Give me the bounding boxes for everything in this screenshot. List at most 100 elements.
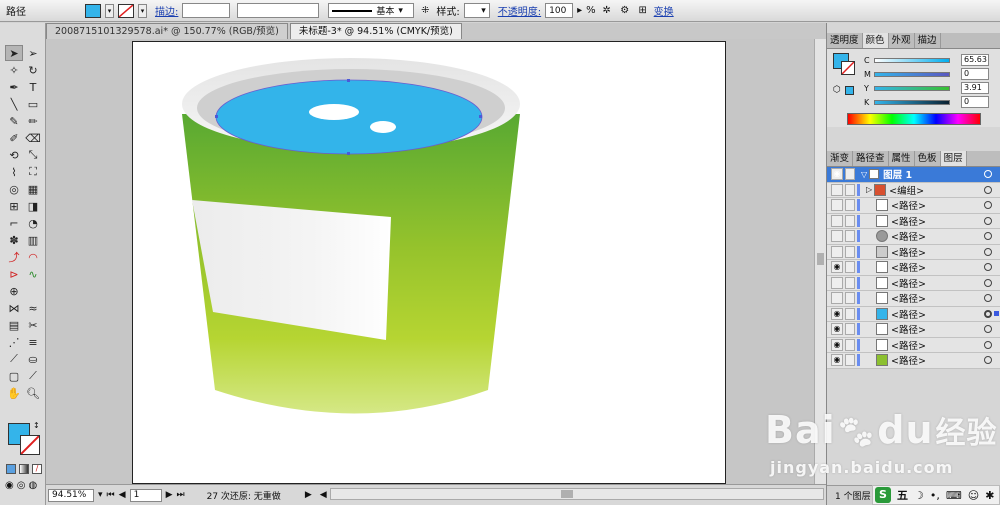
item-name[interactable]: <路径> bbox=[891, 291, 926, 305]
paintbrush-tool-icon[interactable]: ✎ bbox=[5, 113, 23, 129]
item-name[interactable]: <路径> bbox=[891, 214, 926, 228]
recolor-icon[interactable]: ✲ bbox=[600, 4, 614, 18]
ime-keyboard-icon[interactable]: ⌨ bbox=[946, 489, 962, 502]
scissors-tool-icon[interactable]: ✂ bbox=[24, 317, 42, 333]
zoom-dropdown[interactable]: ▾ bbox=[98, 490, 103, 500]
variable-width-field[interactable] bbox=[237, 3, 320, 18]
arrange-icon[interactable]: ⁜ bbox=[418, 4, 432, 18]
eraser-tool-icon[interactable]: ⌫ bbox=[24, 130, 42, 146]
paint-bucket-tool-icon[interactable]: ⛀ bbox=[24, 351, 42, 367]
ime-logo-icon[interactable]: S bbox=[875, 487, 891, 503]
tab-color[interactable]: 颜色 bbox=[862, 33, 889, 48]
envelope-tool-icon[interactable]: ⋈ bbox=[5, 300, 23, 316]
tab-transparency[interactable]: 透明度 bbox=[827, 33, 863, 48]
opacity-field[interactable]: 100 bbox=[545, 3, 574, 18]
column-graph-tool-icon[interactable]: ▥ bbox=[24, 232, 42, 248]
tab-document-2[interactable]: 未标题-3* @ 94.51% (CMYK/预览) bbox=[289, 23, 462, 39]
fill-swatch[interactable] bbox=[85, 3, 101, 18]
transform-link[interactable]: 变换 bbox=[654, 3, 674, 18]
next-artboard-icon[interactable]: ▶ bbox=[166, 490, 173, 500]
visibility-eye-icon[interactable]: ◉ bbox=[831, 168, 843, 181]
expand-icon[interactable]: ▽ bbox=[861, 170, 867, 179]
smooth-tool-icon[interactable]: ∿ bbox=[24, 266, 42, 282]
item-name[interactable]: <路径> bbox=[891, 353, 926, 367]
k-slider[interactable] bbox=[874, 99, 950, 105]
slice-tool-icon[interactable]: ▤ bbox=[5, 317, 23, 333]
zoom-field[interactable]: 94.51% bbox=[48, 488, 94, 502]
list-item[interactable]: <路径> bbox=[827, 198, 1000, 214]
style-field[interactable]: ▾ bbox=[463, 3, 490, 18]
item-name[interactable]: <路径> bbox=[891, 276, 926, 290]
tab-layers[interactable]: 图层 bbox=[940, 151, 967, 166]
ime-punct-icon[interactable]: •, bbox=[930, 489, 940, 502]
magic-wand-tool-icon[interactable]: ✧ bbox=[5, 62, 23, 78]
list-item[interactable]: <路径> bbox=[827, 229, 1000, 245]
draw-inside-icon[interactable]: ◍ bbox=[28, 480, 37, 491]
list-item[interactable]: <路径> bbox=[827, 291, 1000, 307]
artboard-tool-icon[interactable]: ▢ bbox=[5, 368, 23, 384]
fill-stroke-widget[interactable]: ↕ bbox=[8, 421, 42, 457]
blob-brush-tool-icon[interactable]: ✐ bbox=[5, 130, 23, 146]
rotate-tool-icon[interactable]: ⟲ bbox=[5, 147, 23, 163]
stroke-dropdown[interactable]: ▾ bbox=[138, 3, 147, 18]
last-artboard-icon[interactable]: ⏭ bbox=[176, 490, 184, 500]
k-value[interactable]: 0 bbox=[961, 96, 989, 108]
stroke-box[interactable] bbox=[20, 435, 40, 455]
perspective-grid-tool-icon[interactable]: ▦ bbox=[24, 181, 42, 197]
list-item[interactable]: <路径> bbox=[827, 276, 1000, 291]
ime-user-icon[interactable]: ☺ bbox=[968, 489, 979, 502]
target-icon[interactable] bbox=[984, 170, 992, 179]
tab-stroke[interactable]: 描边 bbox=[915, 33, 941, 48]
list-item[interactable]: ◉ <路径> bbox=[827, 353, 1000, 369]
color-mode-icon[interactable] bbox=[6, 464, 16, 474]
blend-tool-icon[interactable]: ◔ bbox=[24, 215, 42, 231]
curvature-tool-icon[interactable]: ⤴ bbox=[5, 249, 23, 265]
scale-tool-icon[interactable]: ⤡ bbox=[24, 147, 42, 163]
knife-tool-icon[interactable]: ⟋ bbox=[24, 368, 42, 384]
list-item[interactable]: <路径> bbox=[827, 214, 1000, 229]
c-value[interactable]: 65.63 bbox=[961, 54, 989, 66]
artboard-field[interactable]: 1 bbox=[129, 488, 162, 502]
lasso-tool-icon[interactable]: ↻ bbox=[24, 62, 42, 78]
mesh-tool-icon[interactable]: ⊞ bbox=[5, 198, 23, 214]
warp-tool-icon[interactable]: ⌇ bbox=[5, 164, 23, 180]
opacity-link[interactable]: 不透明度: bbox=[498, 3, 541, 18]
swap-icon[interactable]: ↕ bbox=[33, 421, 40, 430]
shape-builder-tool-icon[interactable]: ◎ bbox=[5, 181, 23, 197]
item-name[interactable]: <路径> bbox=[891, 245, 926, 259]
gradient-mode-icon[interactable] bbox=[19, 464, 29, 474]
width-tool-icon[interactable]: ◠ bbox=[24, 249, 42, 265]
ime-wubi-label[interactable]: 五 bbox=[897, 487, 908, 503]
layer-row[interactable]: ◉ ▽ 图层 1 bbox=[827, 167, 1000, 183]
stroke-swatch[interactable] bbox=[118, 3, 134, 18]
draw-behind-icon[interactable]: ◎ bbox=[17, 480, 26, 491]
y-value[interactable]: 3.91 bbox=[961, 82, 989, 94]
color-spectrum[interactable] bbox=[847, 113, 981, 125]
stroke-link[interactable]: 描边: bbox=[155, 3, 178, 18]
bucket-artwork[interactable] bbox=[133, 42, 727, 485]
line-tool-icon[interactable]: ╲ bbox=[5, 96, 23, 112]
pencil-tool-icon[interactable]: ✏ bbox=[24, 113, 42, 129]
direct-selection-tool-icon[interactable]: ➢ bbox=[24, 45, 42, 61]
list-item[interactable]: ◉ <路径> bbox=[827, 260, 1000, 276]
hand-tool-icon[interactable]: ✋ bbox=[5, 385, 23, 401]
layer-name[interactable]: 图层 1 bbox=[883, 167, 912, 181]
item-name[interactable]: <编组> bbox=[889, 183, 924, 197]
visibility-eye-icon[interactable] bbox=[831, 183, 843, 196]
list-item[interactable]: ◉ <路径> bbox=[827, 322, 1000, 338]
artboard[interactable] bbox=[132, 41, 726, 484]
item-name[interactable]: <路径> bbox=[891, 229, 926, 243]
expand-icon[interactable]: ▷ bbox=[866, 185, 872, 194]
tab-attributes[interactable]: 属性 bbox=[889, 151, 915, 166]
eyedropper2-tool-icon[interactable]: ⟋ bbox=[5, 351, 23, 367]
tab-pathfinder[interactable]: 路径查 bbox=[853, 151, 889, 166]
wave-tool-icon[interactable]: ≈ bbox=[24, 300, 42, 316]
lock-toggle[interactable] bbox=[845, 168, 855, 181]
anchor-tool-icon[interactable]: ⊳ bbox=[5, 266, 23, 282]
align-icon[interactable]: ⊞ bbox=[636, 4, 650, 18]
graph-tool-icon[interactable]: ⋰ bbox=[5, 334, 23, 350]
brush-field[interactable]: 基本 ▾ bbox=[328, 3, 415, 18]
stroke-width-field[interactable] bbox=[182, 3, 231, 18]
scroll-left-icon[interactable]: ◀ bbox=[320, 490, 327, 500]
list-item[interactable]: ◉ <路径> bbox=[827, 307, 1000, 322]
